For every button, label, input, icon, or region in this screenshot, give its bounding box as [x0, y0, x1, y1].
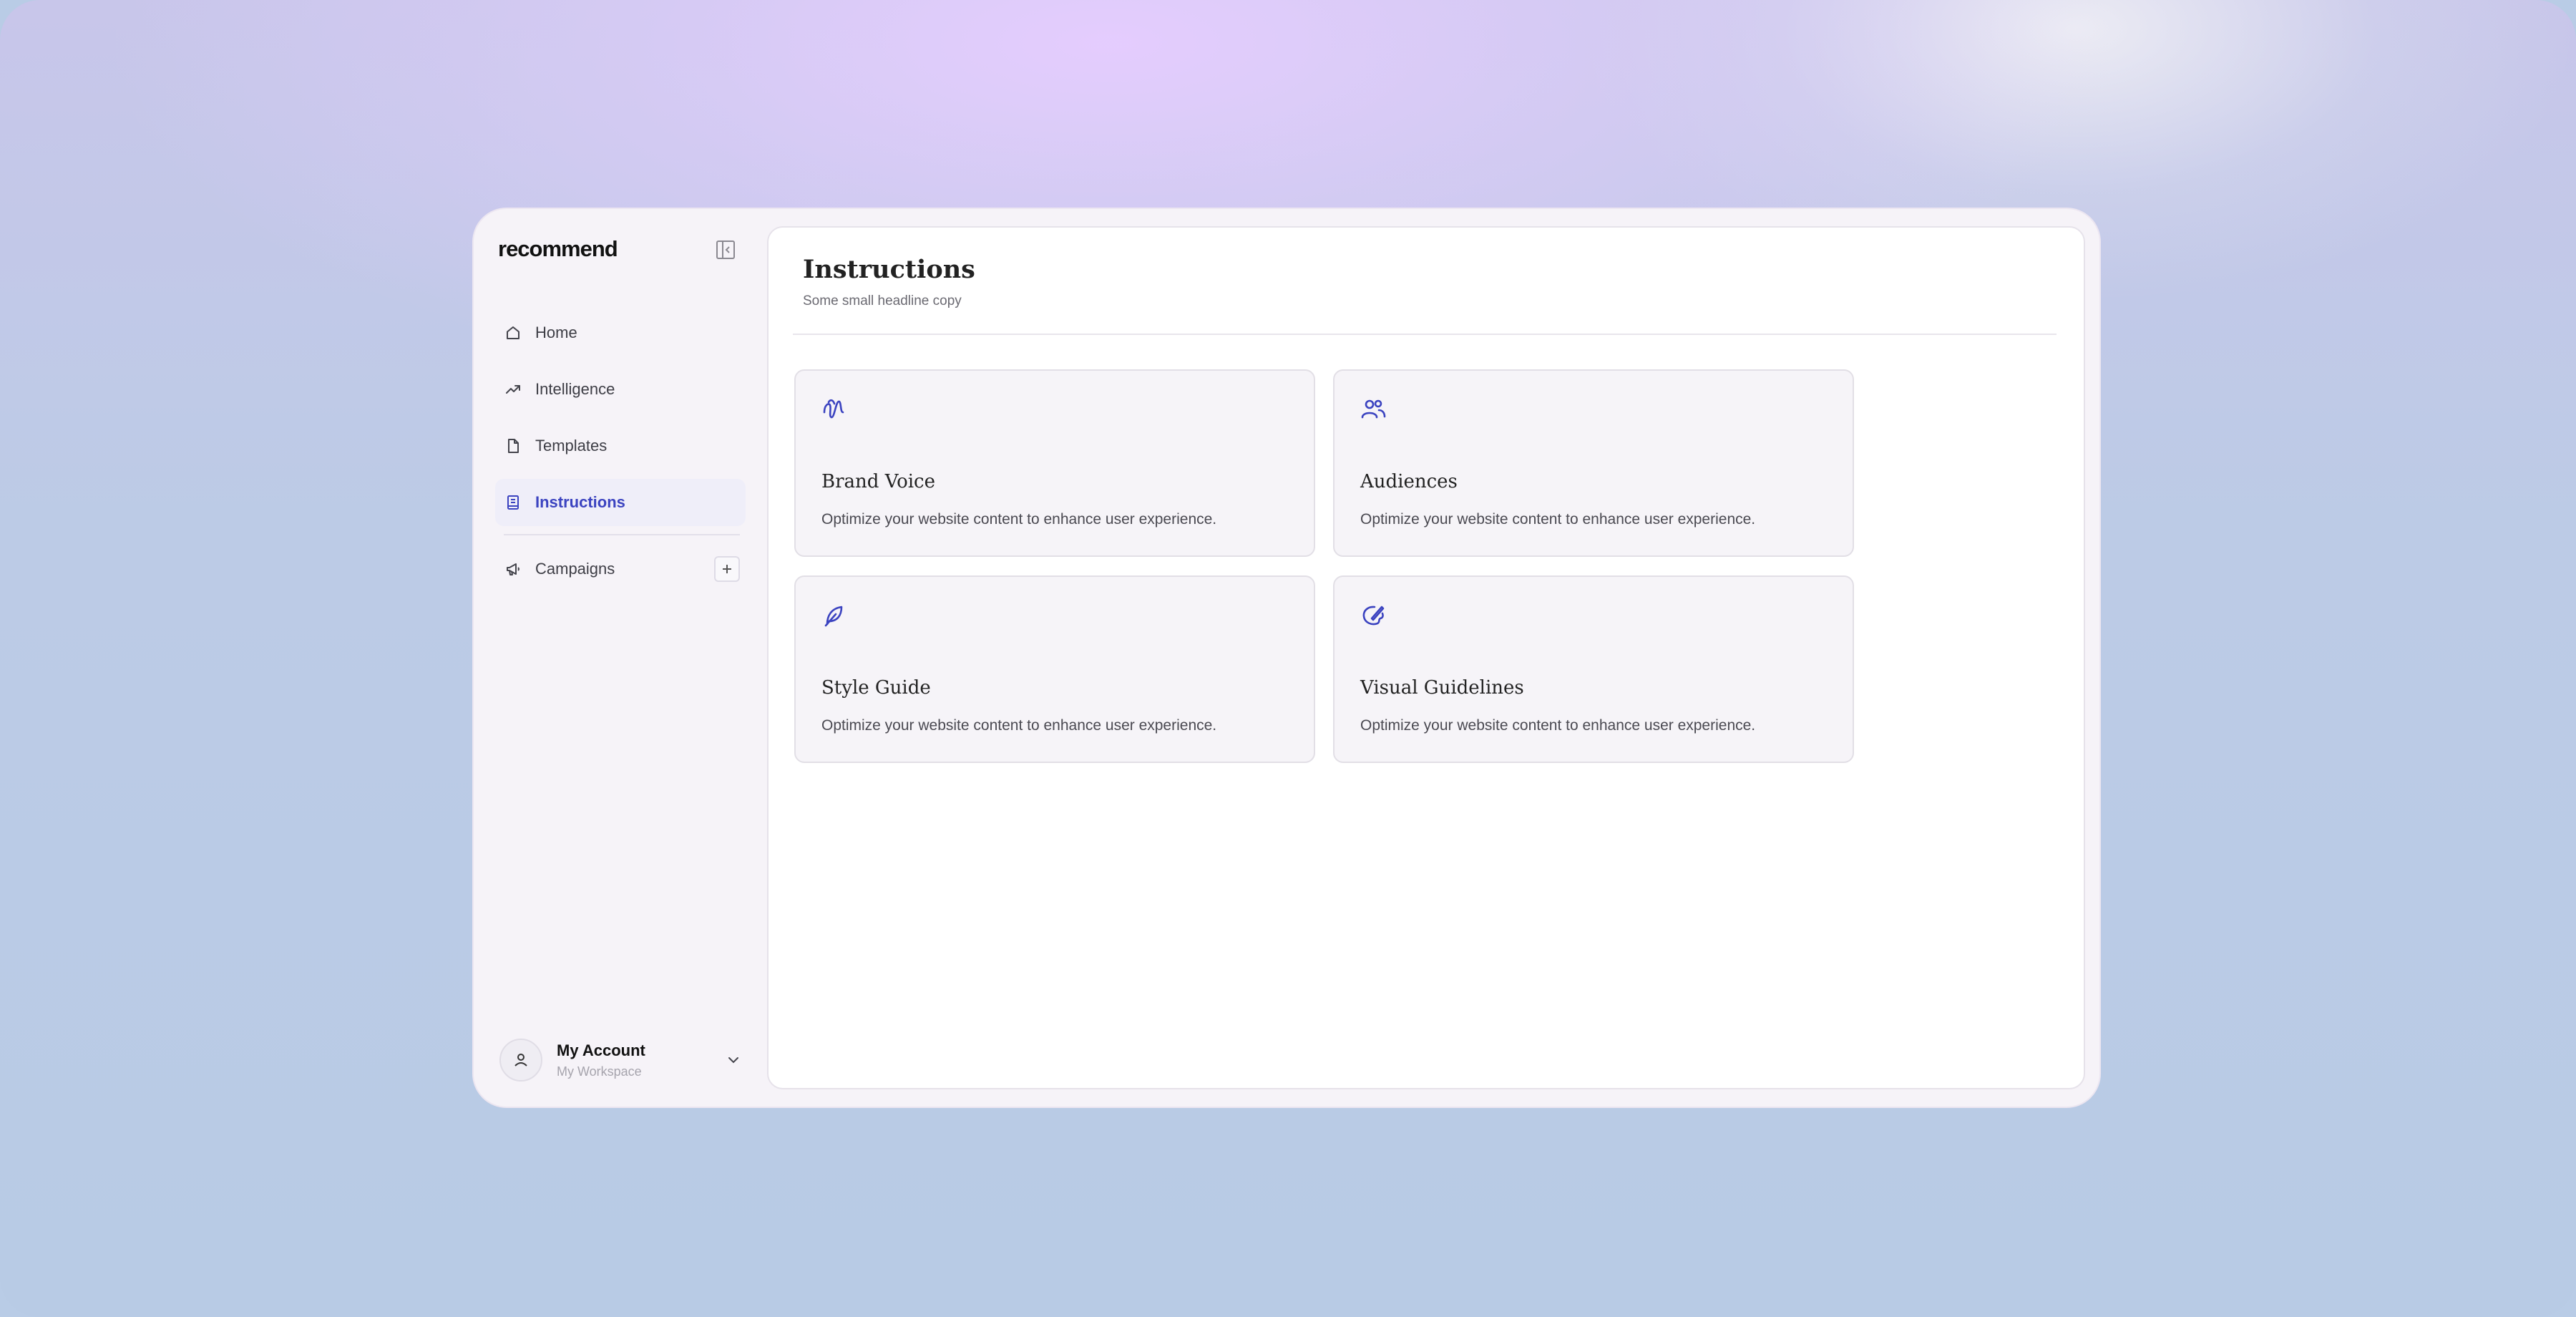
plus-icon [723, 565, 731, 573]
sidebar-item-label: Instructions [535, 493, 625, 511]
nav-divider [504, 534, 740, 535]
main-panel: Instructions Some small headline copy Br… [767, 226, 2085, 1089]
card-title: Brand Voice [821, 471, 935, 492]
card-title: Visual Guidelines [1360, 677, 1524, 699]
home-icon [504, 324, 522, 342]
account-name: My Account [557, 1041, 645, 1059]
card-description: Optimize your website content to enhance… [1360, 717, 1756, 734]
user-icon [514, 1054, 527, 1066]
page-subtitle: Some small headline copy [803, 293, 962, 308]
card-title: Audiences [1360, 471, 1458, 492]
header-divider [793, 334, 2057, 335]
sidebar-item-label: Intelligence [535, 380, 615, 398]
workspace-name: My Workspace [557, 1064, 642, 1079]
account-text: My Account My Workspace [557, 1041, 645, 1079]
file-icon [504, 437, 522, 455]
sidebar-nav: Home Intelligence Templates Instructions… [495, 309, 746, 602]
sidebar: recommend Home Intelligence Templates In… [474, 209, 767, 1107]
sidebar-collapse-icon [716, 240, 735, 259]
users-icon [1361, 399, 1386, 419]
card-description: Optimize your website content to enhance… [821, 717, 1217, 734]
sidebar-item-home[interactable]: Home [495, 309, 746, 356]
avatar [499, 1039, 542, 1082]
page-title: Instructions [803, 255, 975, 284]
sidebar-item-label: Home [535, 324, 577, 341]
card-title: Style Guide [821, 677, 931, 699]
card-audiences[interactable]: Audiences Optimize your website content … [1333, 369, 1854, 557]
sidebar-item-templates[interactable]: Templates [495, 422, 746, 470]
feather-icon [824, 606, 843, 627]
account-switcher[interactable]: My Account My Workspace [499, 1036, 743, 1084]
sidebar-item-label: Templates [535, 437, 608, 455]
sidebar-item-instructions[interactable]: Instructions [495, 479, 746, 526]
card-style-guide[interactable]: Style Guide Optimize your website conten… [794, 575, 1315, 763]
palette-icon [1362, 606, 1385, 626]
card-description: Optimize your website content to enhance… [1360, 511, 1756, 528]
card-description: Optimize your website content to enhance… [821, 511, 1217, 528]
trending-up-icon [504, 380, 522, 399]
megaphone-icon [504, 560, 522, 578]
chevron-down-icon [728, 1057, 738, 1064]
collapse-sidebar-button[interactable] [715, 239, 736, 261]
app-window: recommend Home Intelligence Templates In… [472, 208, 2101, 1108]
card-visual-guidelines[interactable]: Visual Guidelines Optimize your website … [1333, 575, 1854, 763]
card-brand-voice[interactable]: Brand Voice Optimize your website conten… [794, 369, 1315, 557]
sidebar-item-intelligence[interactable]: Intelligence [495, 366, 746, 413]
waveform-icon [823, 399, 844, 419]
sidebar-item-label: Campaigns [535, 560, 615, 578]
book-icon [504, 493, 522, 512]
sidebar-item-campaigns[interactable]: Campaigns [495, 545, 746, 593]
add-campaign-button[interactable] [714, 556, 740, 582]
logo: recommend [498, 236, 618, 261]
